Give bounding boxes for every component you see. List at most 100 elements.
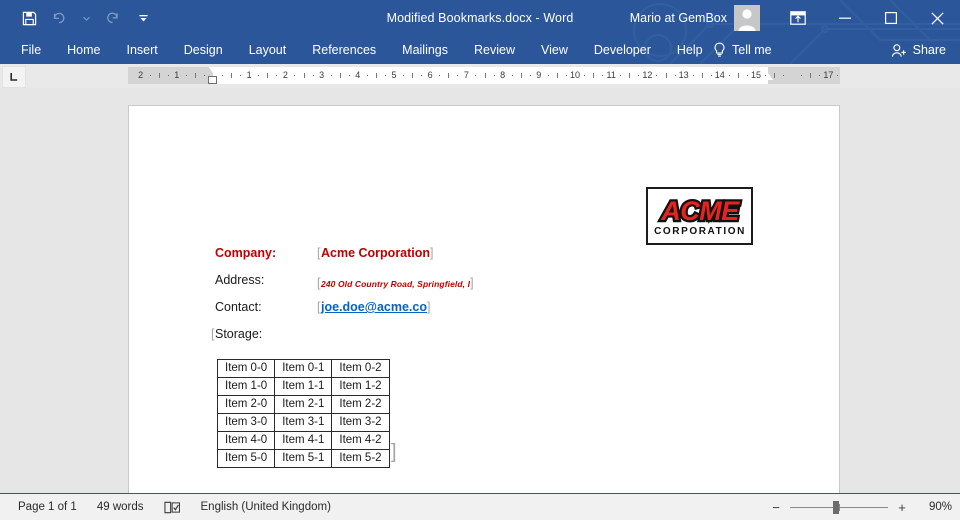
share-button[interactable]: Share bbox=[891, 36, 946, 64]
ruler-tick bbox=[448, 73, 449, 78]
ribbon-display-options-button[interactable] bbox=[774, 0, 822, 36]
undo-dropdown-button[interactable] bbox=[74, 4, 98, 32]
table-cell[interactable]: Item 4-2 bbox=[332, 432, 389, 450]
table-cell[interactable]: Item 0-2 bbox=[332, 360, 389, 378]
page-indicator[interactable]: Page 1 of 1 bbox=[8, 501, 87, 513]
share-person-icon bbox=[891, 43, 907, 58]
proofing-status-button[interactable] bbox=[154, 500, 191, 515]
ruler-tick bbox=[159, 73, 160, 78]
table-row[interactable]: Item 4-0Item 4-1Item 4-2 bbox=[218, 432, 390, 450]
ruler-tick bbox=[548, 75, 549, 76]
ruler-number: 3 bbox=[319, 70, 324, 80]
svg-text:ACME: ACME bbox=[660, 196, 740, 226]
field-value-contact[interactable]: [joe.doe@acme.co] bbox=[317, 300, 431, 314]
tab-developer[interactable]: Developer bbox=[581, 36, 664, 64]
tab-stop-selector-button[interactable] bbox=[2, 66, 26, 88]
table-cell[interactable]: Item 5-1 bbox=[275, 450, 332, 468]
field-value-storage[interactable]: [Storage: bbox=[211, 327, 262, 341]
table-cell[interactable]: Item 4-0 bbox=[218, 432, 275, 450]
table-cell[interactable]: Item 3-0 bbox=[218, 414, 275, 432]
table-cell[interactable]: Item 4-1 bbox=[275, 432, 332, 450]
table-cell[interactable]: Item 2-0 bbox=[218, 396, 275, 414]
left-indent-square-marker[interactable] bbox=[208, 76, 217, 84]
maximize-button[interactable] bbox=[868, 0, 914, 36]
table-cell[interactable]: Item 0-0 bbox=[218, 360, 275, 378]
document-canvas[interactable]: ACME ACME CORPORATION Company: [Acme Cor… bbox=[0, 88, 960, 494]
ruler-tick bbox=[267, 73, 268, 78]
table-row[interactable]: Item 5-0Item 5-1Item 5-2 bbox=[218, 450, 390, 468]
word-count[interactable]: 49 words bbox=[87, 501, 154, 513]
table-cell[interactable]: Item 1-1 bbox=[275, 378, 332, 396]
close-icon bbox=[931, 12, 944, 25]
table-cell[interactable]: Item 3-1 bbox=[275, 414, 332, 432]
ruler-tick bbox=[294, 75, 295, 76]
zoom-in-button[interactable]: + bbox=[896, 500, 908, 515]
ruler-tick bbox=[837, 75, 838, 76]
horizontal-ruler[interactable]: 2112345678910111213141517 bbox=[128, 67, 840, 84]
tab-help[interactable]: Help bbox=[664, 36, 716, 64]
tab-mailings[interactable]: Mailings bbox=[389, 36, 461, 64]
table-cell[interactable]: Item 1-2 bbox=[332, 378, 389, 396]
table-cell[interactable]: Item 2-1 bbox=[275, 396, 332, 414]
tell-me-search[interactable]: Tell me bbox=[713, 36, 772, 64]
language-indicator[interactable]: English (United Kingdom) bbox=[191, 501, 341, 513]
tab-file[interactable]: File bbox=[8, 36, 54, 64]
table-row[interactable]: Item 0-0Item 0-1Item 0-2 bbox=[218, 360, 390, 378]
table-row[interactable]: Item 3-0Item 3-1Item 3-2 bbox=[218, 414, 390, 432]
tab-layout[interactable]: Layout bbox=[236, 36, 300, 64]
table-cell[interactable]: Item 5-2 bbox=[332, 450, 389, 468]
tab-references[interactable]: References bbox=[299, 36, 389, 64]
zoom-level-label[interactable]: 90% bbox=[916, 501, 952, 513]
account-area[interactable]: Mario at GemBox bbox=[630, 0, 760, 36]
ruler-tick bbox=[638, 75, 639, 76]
table-cell[interactable]: Item 1-0 bbox=[218, 378, 275, 396]
customize-quick-access-toolbar-button[interactable] bbox=[128, 4, 158, 32]
save-floppy-icon bbox=[22, 11, 37, 26]
tab-view[interactable]: View bbox=[528, 36, 581, 64]
table-cell[interactable]: Item 0-1 bbox=[275, 360, 332, 378]
lightbulb-icon bbox=[713, 42, 726, 58]
field-value-address[interactable]: [240 Old Country Road, Springfield, I] bbox=[317, 276, 474, 290]
tab-home[interactable]: Home bbox=[54, 36, 113, 64]
table-cell[interactable]: Item 2-2 bbox=[332, 396, 389, 414]
table-row[interactable]: Item 1-0Item 1-1Item 1-2 bbox=[218, 378, 390, 396]
contact-email-link[interactable]: joe.doe@acme.co bbox=[321, 300, 427, 314]
ruler-tick bbox=[629, 73, 630, 78]
table-cell[interactable]: Item 3-2 bbox=[332, 414, 389, 432]
ruler-tick bbox=[557, 73, 558, 78]
ruler-number: 5 bbox=[391, 70, 396, 80]
save-button[interactable] bbox=[14, 4, 44, 32]
field-value-company[interactable]: [Acme Corporation] bbox=[317, 246, 434, 260]
ruler-number: 12 bbox=[642, 70, 652, 80]
close-button[interactable] bbox=[914, 0, 960, 36]
storage-table[interactable]: Item 0-0Item 0-1Item 0-2Item 1-0Item 1-1… bbox=[217, 359, 390, 468]
ruler-number: 17 bbox=[823, 70, 833, 80]
document-page[interactable]: ACME ACME CORPORATION Company: [Acme Cor… bbox=[128, 105, 840, 494]
ruler-tick bbox=[304, 73, 305, 78]
ruler-tick bbox=[150, 75, 151, 76]
ruler-tick bbox=[376, 73, 377, 78]
ruler-tick bbox=[593, 73, 594, 78]
redo-button[interactable] bbox=[98, 4, 128, 32]
zoom-slider-thumb[interactable] bbox=[833, 501, 839, 514]
tab-insert[interactable]: Insert bbox=[114, 36, 171, 64]
ruler-tick bbox=[602, 75, 603, 76]
tab-review[interactable]: Review bbox=[461, 36, 528, 64]
right-indent-marker[interactable] bbox=[763, 73, 773, 80]
bookmark-end-bracket: ] bbox=[430, 246, 434, 260]
page-content: ACME ACME CORPORATION Company: [Acme Cor… bbox=[129, 106, 839, 494]
minimize-button[interactable] bbox=[822, 0, 868, 36]
zoom-slider[interactable] bbox=[790, 500, 888, 514]
ruler-tick bbox=[530, 75, 531, 76]
ruler-tick bbox=[168, 75, 169, 76]
redo-arrow-icon bbox=[105, 11, 121, 25]
avatar[interactable] bbox=[734, 5, 760, 31]
zoom-out-button[interactable]: − bbox=[770, 500, 782, 515]
undo-button[interactable] bbox=[44, 4, 74, 32]
table-row[interactable]: Item 2-0Item 2-1Item 2-2 bbox=[218, 396, 390, 414]
ruler-tick bbox=[494, 75, 495, 76]
ribbon-tab-bar: File Home Insert Design Layout Reference… bbox=[0, 36, 960, 64]
table-cell[interactable]: Item 5-0 bbox=[218, 450, 275, 468]
ruler-number: 9 bbox=[536, 70, 541, 80]
tab-design[interactable]: Design bbox=[171, 36, 236, 64]
